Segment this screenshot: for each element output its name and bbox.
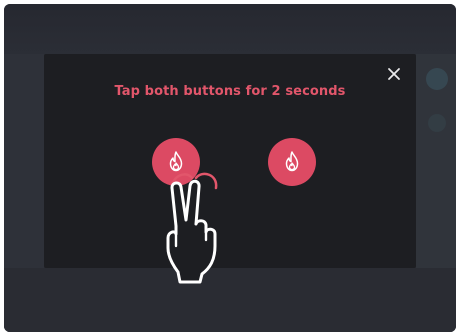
fire-icon [285, 151, 299, 172]
fire-button-right[interactable] [268, 138, 316, 186]
modal-title: Tap both buttons for 2 seconds [114, 84, 346, 99]
background-blurred-icon [428, 114, 446, 132]
confirmation-modal: Tap both buttons for 2 seconds [44, 54, 416, 268]
background-footer [4, 268, 456, 332]
background-blurred-icon [426, 68, 448, 90]
two-finger-tap-icon [166, 172, 218, 284]
close-button[interactable] [384, 64, 404, 84]
app-screen: Tap both buttons for 2 seconds [4, 4, 456, 332]
close-icon [388, 68, 400, 80]
